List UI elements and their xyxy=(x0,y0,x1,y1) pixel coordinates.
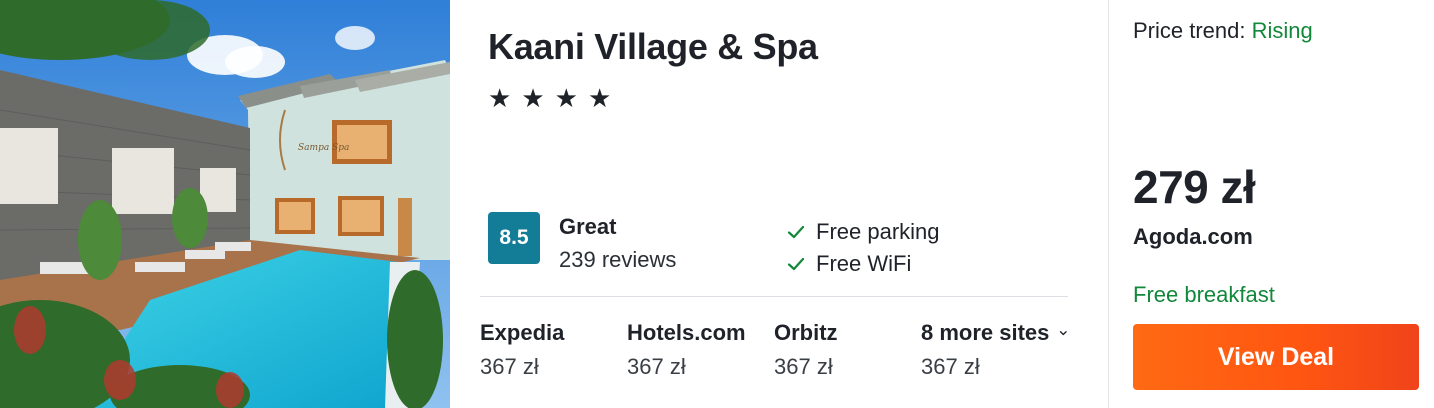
star-icon: ★ xyxy=(554,83,578,113)
star-icon: ★ xyxy=(521,83,545,113)
hotel-result-card: Sampa Spa Kaani Village & Spa ★ ★ ★ ★ 8.… xyxy=(0,0,1434,408)
site-price: 367 zł xyxy=(774,354,833,379)
deal-price: 279 zł xyxy=(1133,161,1256,213)
deal-provider: Agoda.com xyxy=(1133,224,1253,249)
hotel-name[interactable]: Kaani Village & Spa xyxy=(488,26,818,68)
price-trend-value: Rising xyxy=(1251,18,1313,43)
site-expedia[interactable]: Expedia 367 zł xyxy=(480,318,627,382)
divider xyxy=(480,296,1068,297)
site-orbitz[interactable]: Orbitz 367 zł xyxy=(774,318,921,382)
site-name: Expedia xyxy=(480,320,565,345)
more-sites-dropdown[interactable]: 8 more sites 367 zł xyxy=(921,318,1068,382)
hotel-info: Kaani Village & Spa ★ ★ ★ ★ 8.5 Great 23… xyxy=(450,0,1108,408)
amenities-list: Free parking Free WiFi xyxy=(786,216,940,280)
site-price-list: Expedia 367 zł Hotels.com 367 zł Orbitz … xyxy=(480,318,1068,382)
site-price: 367 zł xyxy=(480,354,539,379)
chevron-down-icon xyxy=(1060,331,1068,336)
star-icon: ★ xyxy=(587,83,612,113)
amenity-label: Free parking xyxy=(816,219,940,244)
review-count[interactable]: 239 reviews xyxy=(559,247,676,273)
site-name: 8 more sites xyxy=(921,320,1050,345)
site-name: Orbitz xyxy=(774,320,838,345)
rating-label: Great xyxy=(559,214,617,239)
rating-score-badge: 8.5 xyxy=(488,212,540,264)
amenity-free-parking: Free parking xyxy=(786,216,940,248)
hotel-photo[interactable]: Sampa Spa xyxy=(0,0,450,408)
spa-sign: Sampa Spa xyxy=(298,143,349,153)
price-trend-label: Price trend: xyxy=(1133,18,1246,43)
checkmark-icon xyxy=(787,225,805,239)
amenity-free-wifi: Free WiFi xyxy=(786,248,940,280)
star-rating: ★ ★ ★ ★ xyxy=(488,82,611,114)
star-icon: ★ xyxy=(488,83,512,113)
site-name: Hotels.com xyxy=(627,320,746,345)
deal-perk: Free breakfast xyxy=(1133,282,1275,307)
site-price: 367 zł xyxy=(921,354,980,379)
price-trend: Price trend: Rising xyxy=(1133,18,1313,44)
site-hotels-com[interactable]: Hotels.com 367 zł xyxy=(627,318,774,382)
best-deal-panel: Price trend: Rising 279 zł Agoda.com Fre… xyxy=(1108,0,1434,408)
view-deal-button[interactable]: View Deal xyxy=(1133,324,1419,390)
site-price: 367 zł xyxy=(627,354,686,379)
amenity-label: Free WiFi xyxy=(816,251,912,276)
checkmark-icon xyxy=(787,257,805,271)
more-sites-toggle[interactable]: 8 more sites xyxy=(921,318,1068,348)
